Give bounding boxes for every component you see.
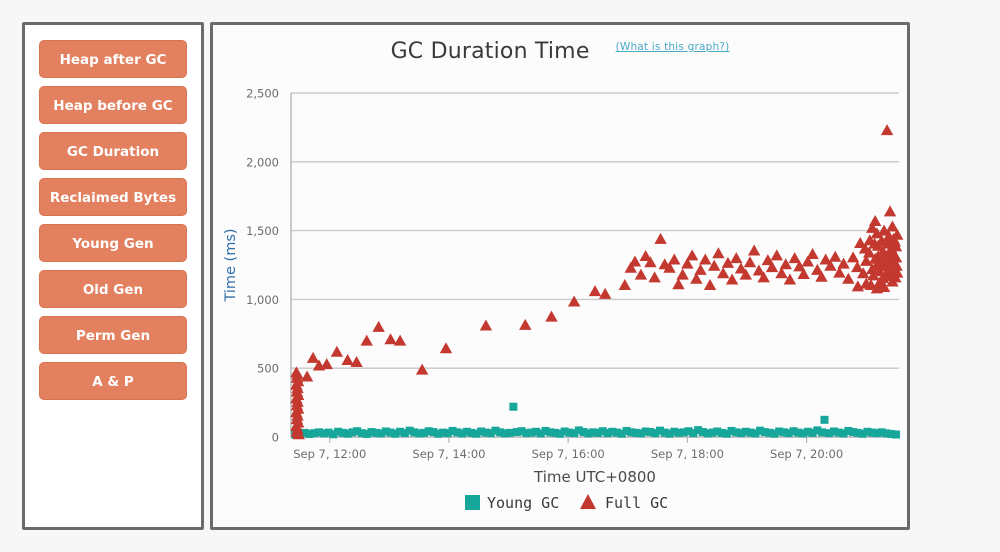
y-axis-tick-label: 1,000 [246, 293, 279, 307]
legend-label-young-gc: Young GC [487, 494, 559, 512]
x-axis-tick-label: Sep 7, 18:00 [651, 447, 724, 461]
y-axis-tick-label: 1,500 [246, 224, 279, 238]
legend-swatch-young-gc [465, 495, 480, 510]
chart-surface: GC Duration Time (What is this graph?) 0 5… [213, 25, 907, 527]
y-axis-tick-label: 2,000 [246, 155, 279, 169]
x-axis-tick-label: Sep 7, 16:00 [532, 447, 605, 461]
series-full-gc [290, 124, 904, 440]
data-point [628, 255, 642, 267]
data-point [341, 353, 354, 365]
data-point [479, 319, 493, 331]
data-point [350, 356, 363, 368]
x-axis-tick-label: Sep 7, 20:00 [770, 447, 843, 461]
legend-swatch-full-gc [580, 494, 596, 509]
sidebar-item-reclaimed-bytes[interactable]: Reclaimed Bytes [39, 178, 187, 216]
data-point [509, 402, 518, 411]
gc-duration-scatter-plot: 0 500 1,000 1,500 2,000 2,500 Sep 7, 12:00 Sep … [223, 87, 904, 512]
data-point [829, 250, 842, 262]
data-point [372, 320, 385, 332]
sidebar-item-gc-duration[interactable]: GC Duration [39, 132, 187, 170]
data-point [676, 268, 689, 280]
data-point [360, 334, 373, 346]
data-point [806, 247, 819, 259]
metric-nav-panel: Heap after GC Heap before GC GC Duration… [22, 22, 204, 530]
data-point [588, 285, 602, 297]
data-point [743, 256, 757, 268]
data-point [747, 244, 761, 256]
data-point [384, 333, 397, 345]
data-point [708, 259, 721, 271]
data-point [672, 278, 685, 290]
data-point [320, 358, 333, 370]
chart-title-row: GC Duration Time (What is this graph?) [213, 39, 907, 64]
y-axis-title: Time (ms) [223, 228, 239, 302]
data-point [770, 249, 784, 261]
sidebar-item-old-gen[interactable]: Old Gen [39, 270, 187, 308]
sidebar-item-young-gen[interactable]: Young Gen [39, 224, 187, 262]
data-point [300, 370, 314, 382]
data-point [634, 268, 648, 280]
series-young-gc [291, 402, 901, 439]
x-axis-title: Time UTC+0800 [533, 468, 656, 486]
chart-panel: GC Duration Time (What is this graph?) 0 5… [210, 22, 910, 530]
data-point [567, 295, 581, 307]
data-point [725, 273, 739, 285]
data-point [505, 428, 514, 437]
page-title: GC Duration Time [390, 39, 590, 64]
sidebar-item-perm-gen[interactable]: Perm Gen [39, 316, 187, 354]
data-point [818, 428, 827, 437]
what-is-this-graph-link[interactable]: (What is this graph?) [616, 41, 730, 53]
data-point [439, 342, 453, 354]
data-point [654, 232, 667, 244]
data-point [846, 251, 860, 263]
data-point [545, 310, 558, 322]
metric-nav-list: Heap after GC Heap before GC GC Duration… [25, 25, 201, 400]
data-point [648, 271, 661, 283]
data-point [820, 415, 829, 424]
gc-dashboard: Heap after GC Heap before GC GC Duration… [0, 0, 1000, 552]
data-point [842, 272, 855, 284]
data-point [868, 214, 882, 226]
plot-area: 0 500 1,000 1,500 2,000 2,500 Sep 7, 12:00 Sep … [213, 65, 907, 527]
data-point [393, 334, 407, 346]
data-point [730, 252, 743, 264]
data-point [415, 363, 429, 375]
x-axis-tick-label: Sep 7, 14:00 [412, 447, 485, 461]
data-point [519, 318, 532, 330]
data-point [699, 253, 712, 265]
y-axis-tick-label: 500 [257, 362, 279, 376]
data-point [712, 247, 725, 259]
sidebar-item-heap-after-gc[interactable]: Heap after GC [39, 40, 187, 78]
data-point [330, 345, 344, 357]
data-point [618, 278, 632, 290]
data-point [306, 351, 320, 363]
chart-legend: Young GC Full GC [465, 494, 668, 512]
y-axis-tick-label: 0 [272, 431, 279, 445]
data-point [694, 263, 707, 275]
x-axis-tick-label: Sep 7, 12:00 [293, 447, 366, 461]
data-point [883, 205, 897, 217]
sidebar-item-a-and-p[interactable]: A & P [39, 362, 187, 400]
data-point [880, 124, 894, 136]
y-axis-tick-label: 2,500 [246, 87, 279, 101]
data-point [703, 278, 717, 290]
data-point [598, 287, 612, 299]
data-point [668, 253, 681, 265]
legend-label-full-gc: Full GC [605, 494, 668, 512]
data-point [685, 249, 699, 261]
data-point [892, 430, 901, 439]
sidebar-item-heap-before-gc[interactable]: Heap before GC [39, 86, 187, 124]
